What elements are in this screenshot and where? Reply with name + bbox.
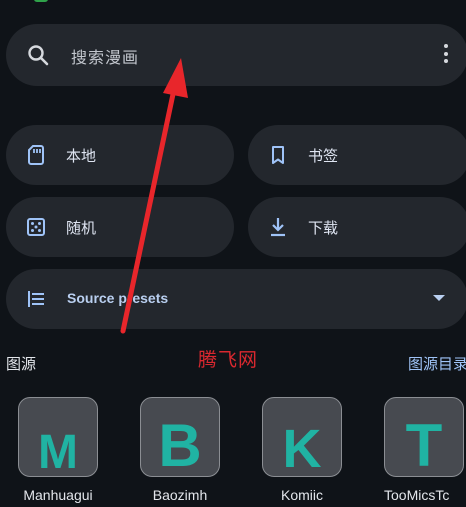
watermark-text: 腾飞网 — [198, 349, 259, 371]
status-indicator — [34, 0, 48, 2]
random-label: 随机 — [66, 219, 97, 237]
source-catalog-link[interactable]: 图源目录 — [408, 353, 466, 374]
more-vert-icon[interactable] — [442, 44, 450, 66]
source-logo: K — [262, 397, 342, 477]
source-name: Komiic — [280, 487, 323, 503]
chevron-down-icon — [433, 295, 445, 301]
source-name: Manhuagui — [23, 487, 93, 503]
source-item-toomicstc[interactable]: T TooMicsTc — [384, 397, 464, 503]
source-logo: T — [384, 397, 464, 477]
random-button[interactable]: 随机 — [6, 197, 234, 257]
bookmark-icon — [272, 146, 284, 164]
source-logo: B — [140, 397, 220, 477]
source-logo-letter: B — [158, 412, 202, 477]
source-item-komiic[interactable]: K Komiic — [262, 397, 342, 503]
bookmark-label: 书签 — [308, 147, 339, 165]
download-button[interactable]: 下载 — [248, 197, 466, 257]
search-icon — [28, 45, 49, 66]
search-placeholder[interactable]: 搜索漫画 — [71, 44, 139, 68]
download-label: 下载 — [308, 219, 339, 237]
source-name: TooMicsTc — [384, 487, 450, 503]
source-item-manhuagui[interactable]: M Manhuagui — [18, 397, 98, 503]
local-button[interactable]: 本地 — [6, 125, 234, 185]
status-bar-fragment — [34, 0, 74, 6]
download-icon — [271, 218, 285, 237]
source-name: Baozimh — [152, 487, 208, 503]
search-bar[interactable]: 搜索漫画 — [6, 24, 466, 86]
source-item-baozimh[interactable]: B Baozimh — [140, 397, 220, 503]
dice-icon — [27, 218, 45, 236]
source-logo-letter: K — [282, 419, 322, 477]
source-logo-letter: T — [405, 412, 443, 477]
source-presets-dropdown[interactable]: Source presets — [6, 269, 466, 329]
source-presets-label: Source presets — [67, 290, 169, 306]
source-logo: M — [18, 397, 98, 477]
source-logo-letter: M — [38, 426, 78, 477]
sd-card-icon — [28, 145, 44, 165]
local-label: 本地 — [66, 147, 97, 165]
sources-section-title: 图源 — [6, 355, 37, 373]
bookmark-button[interactable]: 书签 — [248, 125, 466, 185]
list-icon — [28, 291, 44, 307]
